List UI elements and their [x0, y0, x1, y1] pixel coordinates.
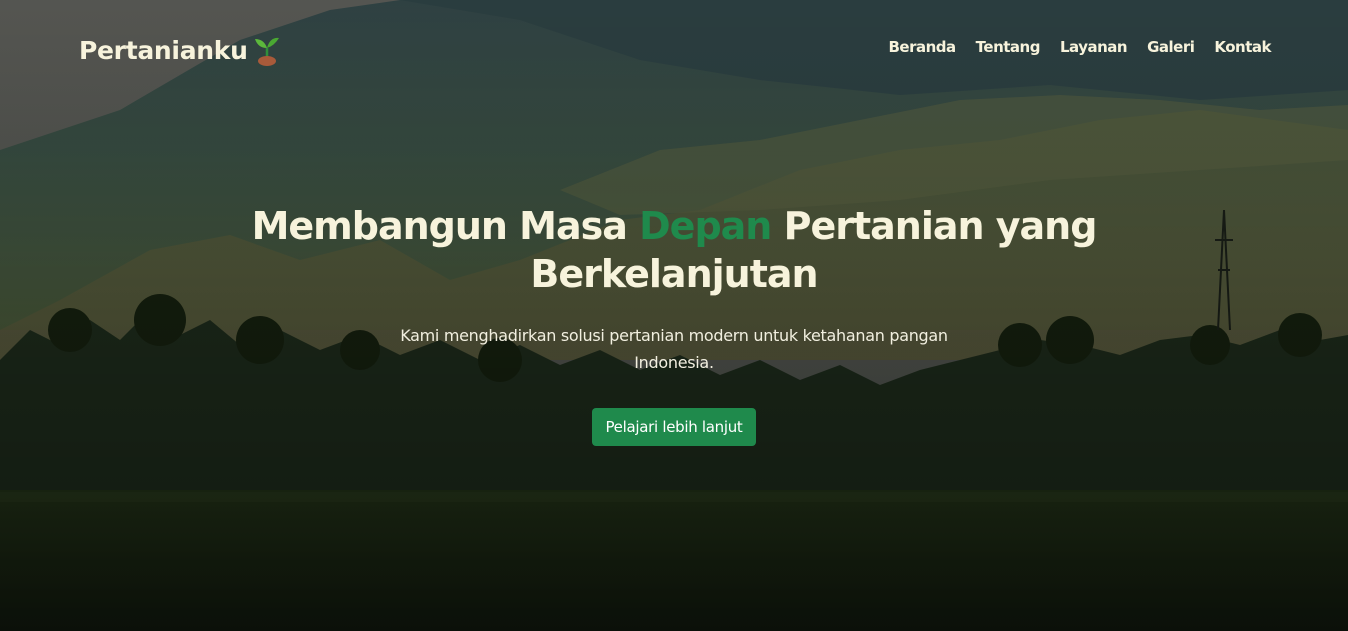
- navbar: Pertanianku Beranda Tentang Layanan Gale…: [0, 0, 1348, 100]
- seedling-icon: [252, 34, 282, 66]
- hero-headline: Membangun Masa Depan Pertanian yang Berk…: [224, 202, 1124, 298]
- brand-logo[interactable]: Pertanianku: [79, 33, 282, 67]
- hero-subtitle: Kami menghadirkan solusi pertanian moder…: [400, 326, 948, 372]
- nav-item-galeri[interactable]: Galeri: [1147, 38, 1195, 56]
- brand-name: Pertanianku: [79, 35, 248, 65]
- nav-item-tentang[interactable]: Tentang: [976, 38, 1041, 56]
- hero-content: Membangun Masa Depan Pertanian yang Berk…: [0, 202, 1348, 446]
- nav-item-kontak[interactable]: Kontak: [1214, 38, 1271, 56]
- headline-accent: Depan: [639, 204, 772, 248]
- nav-item-beranda[interactable]: Beranda: [888, 38, 956, 56]
- hero-section: Pertanianku Beranda Tentang Layanan Gale…: [0, 0, 1348, 631]
- nav-menu: Beranda Tentang Layanan Galeri Kontak: [888, 38, 1271, 56]
- headline-part-1: Membangun Masa: [251, 204, 628, 248]
- nav-item-layanan[interactable]: Layanan: [1060, 38, 1128, 56]
- learn-more-button[interactable]: Pelajari lebih lanjut: [592, 408, 756, 446]
